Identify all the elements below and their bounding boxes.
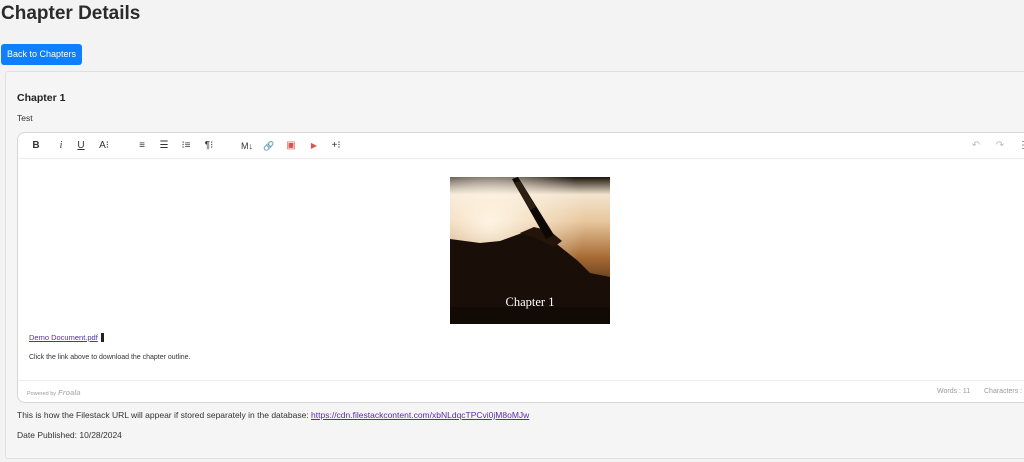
rich-text-editor[interactable]: B i U A⁝ ≡ ☰ ⁝≡ ¶⁝ M↓ 🔗 ▣ ▶ +⁝ ↶ ↷ ⋮ <box>17 132 1024 403</box>
insert-video-button[interactable]: ▶ <box>307 138 321 154</box>
image-caption: Chapter 1 <box>505 295 555 309</box>
undo-button[interactable]: ↶ <box>969 138 983 154</box>
chapter-cover-image[interactable]: Chapter 1 <box>450 177 610 324</box>
text-cursor <box>101 333 104 342</box>
page-title: Chapter Details <box>1 3 141 24</box>
powered-by-label: Powered by <box>27 391 57 397</box>
back-to-chapters-button[interactable]: Back to Chapters <box>1 44 82 65</box>
filestack-url-line: This is how the Filestack URL will appea… <box>17 410 529 420</box>
paragraph-style-button[interactable]: ¶⁝ <box>202 138 216 154</box>
chapter-description: Test <box>17 113 33 123</box>
paragraph-format-button[interactable]: ☰ <box>157 138 171 154</box>
insert-link-button[interactable]: 🔗 <box>262 138 276 154</box>
chapter-title: Chapter 1 <box>17 92 66 104</box>
more-insert-button[interactable]: +⁝ <box>329 138 343 154</box>
markdown-button[interactable]: M↓ <box>240 138 254 154</box>
font-size-button[interactable]: A⁝ <box>97 138 111 154</box>
more-options-button[interactable]: ⋮ <box>1016 138 1024 154</box>
insert-image-button[interactable]: ▣ <box>284 138 298 154</box>
character-count: Characters : <box>984 388 1023 395</box>
underline-button[interactable]: U <box>74 138 88 154</box>
powered-by-froala[interactable]: Powered by Froala <box>27 388 81 397</box>
demo-document-link[interactable]: Demo Document.pdf <box>29 333 98 342</box>
editor-toolbar: B i U A⁝ ≡ ☰ ⁝≡ ¶⁝ M↓ 🔗 ▣ ▶ +⁝ ↶ ↷ ⋮ <box>18 133 1024 159</box>
froala-logo: Froala <box>58 388 81 397</box>
download-instruction-text: Click the link above to download the cha… <box>29 354 191 361</box>
filestack-description: This is how the Filestack URL will appea… <box>17 410 309 420</box>
bold-button[interactable]: B <box>29 138 43 154</box>
editor-content[interactable]: Chapter 1 Demo Document.pdf Click the li… <box>18 160 1024 380</box>
filestack-url-link[interactable]: https://cdn.filestackcontent.com/xbNLdqc… <box>311 410 529 420</box>
date-published: Date Published: 10/28/2024 <box>17 430 122 440</box>
editor-footer: Powered by Froala Words : 11 Characters : <box>18 380 1024 402</box>
word-count: Words : 11 <box>937 388 971 395</box>
ordered-list-button[interactable]: ⁝≡ <box>179 138 193 154</box>
italic-button[interactable]: i <box>54 138 68 154</box>
align-button[interactable]: ≡ <box>135 138 149 154</box>
redo-button[interactable]: ↷ <box>993 138 1007 154</box>
chapter-card: Chapter 1 Test B i U A⁝ ≡ ☰ ⁝≡ ¶⁝ M↓ 🔗 ▣… <box>5 71 1024 459</box>
